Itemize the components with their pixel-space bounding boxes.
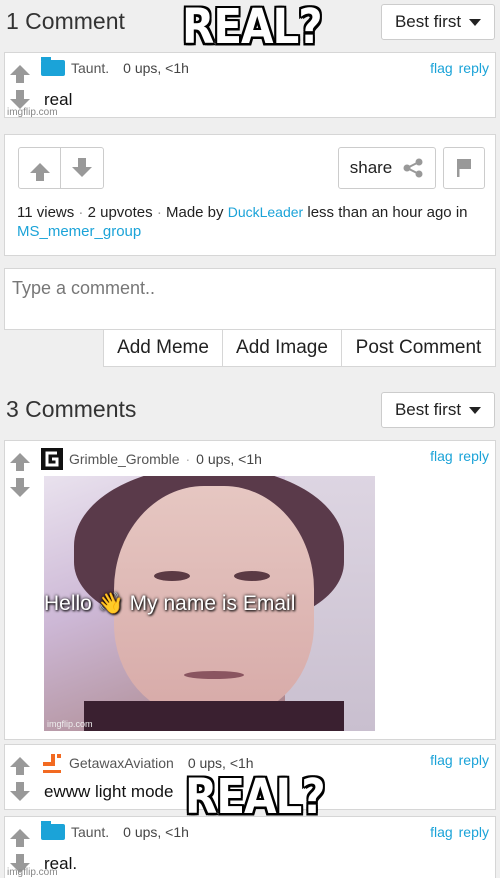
eye-left (154, 571, 190, 581)
share-label: share (349, 158, 393, 177)
overlay-caption-bottom: REAL? (185, 768, 326, 825)
g-logo-avatar[interactable] (41, 448, 63, 470)
comment-text: ewww light mode (44, 782, 174, 801)
downvote-icon[interactable] (7, 779, 33, 805)
comments-count-title: 1 Comment (6, 8, 125, 34)
comment-meta: 0 ups, <1h (196, 451, 262, 467)
comment-input[interactable]: Type a comment.. (4, 268, 496, 330)
flag-button[interactable] (443, 147, 485, 189)
post-downvote-button[interactable] (61, 148, 103, 188)
reply-link[interactable]: reply (459, 752, 489, 768)
comment-meta: 0 ups, <1h (123, 60, 189, 76)
sort-dropdown[interactable]: Best first (381, 4, 495, 40)
post-info-panel: share 11 views · 2 upvotes · Made by Duc… (4, 134, 496, 256)
comment-username[interactable]: Grimble_Gromble (69, 451, 179, 467)
share-button[interactable]: share (338, 147, 436, 189)
upvote-icon[interactable] (7, 445, 33, 471)
comment-card: Grimble_Gromble · 0 ups, <1h flag reply … (4, 440, 496, 740)
sort-label: Best first (394, 12, 462, 31)
time-label: less than an hour ago in (307, 204, 468, 221)
flag-icon (457, 159, 471, 177)
author-link[interactable]: DuckLeader (228, 204, 304, 220)
upvote-icon[interactable] (7, 749, 33, 775)
flag-link[interactable]: flag (430, 824, 453, 840)
post-upvote-button[interactable] (19, 148, 61, 188)
comment-username[interactable]: Taunt. (71, 60, 109, 76)
user-avatar[interactable] (41, 60, 65, 76)
comments-section-title: 3 Comments (6, 396, 137, 422)
comment-input-placeholder: Type a comment.. (12, 278, 156, 298)
meme-caption: Hello 👋 My name is Email (44, 592, 296, 615)
comment-username[interactable]: Taunt. (71, 824, 109, 840)
upvote-icon[interactable] (7, 821, 33, 847)
downvote-icon[interactable] (7, 475, 33, 501)
add-image-button[interactable]: Add Image (222, 329, 342, 367)
share-icon (403, 158, 423, 178)
reply-link[interactable]: reply (459, 824, 489, 840)
comment-meme-image[interactable]: Hello 👋 My name is Email imgflip.com (44, 476, 375, 731)
user-avatar[interactable] (41, 824, 65, 840)
view-count: 11 views (17, 204, 75, 221)
chevron-down-icon (469, 406, 482, 414)
chevron-down-icon (469, 18, 482, 26)
shirt-shape (84, 701, 344, 731)
comment-username[interactable]: GetawaxAviation (69, 755, 174, 771)
watermark: imgflip.com (7, 867, 58, 878)
made-by-label: Made by (165, 204, 224, 221)
post-comment-button[interactable]: Post Comment (341, 329, 496, 367)
vote-button-group (18, 147, 104, 189)
flag-link[interactable]: flag (430, 448, 453, 464)
upvote-icon[interactable] (7, 57, 33, 83)
upvote-count: 2 upvotes (87, 204, 153, 221)
mouth (184, 671, 244, 679)
group-link[interactable]: MS_memer_group (17, 223, 141, 240)
watermark: imgflip.com (47, 719, 93, 729)
flag-link[interactable]: flag (430, 60, 453, 76)
reply-link[interactable]: reply (459, 60, 489, 76)
sort-label: Best first (394, 400, 462, 419)
comment-card: Taunt. 0 ups, <1h flag reply real imgfli… (4, 52, 496, 118)
watermark: imgflip.com (7, 107, 58, 118)
reply-link[interactable]: reply (459, 448, 489, 464)
comment-meta: 0 ups, <1h (123, 824, 189, 840)
overlay-caption-top: REAL? (182, 0, 323, 55)
comment-card: Taunt. 0 ups, <1h flag reply real. imgfl… (4, 816, 496, 878)
add-meme-button[interactable]: Add Meme (103, 329, 223, 367)
flag-link[interactable]: flag (430, 752, 453, 768)
orange-avatar[interactable] (41, 752, 63, 774)
eye-right (234, 571, 270, 581)
sort-dropdown-2[interactable]: Best first (381, 392, 495, 428)
